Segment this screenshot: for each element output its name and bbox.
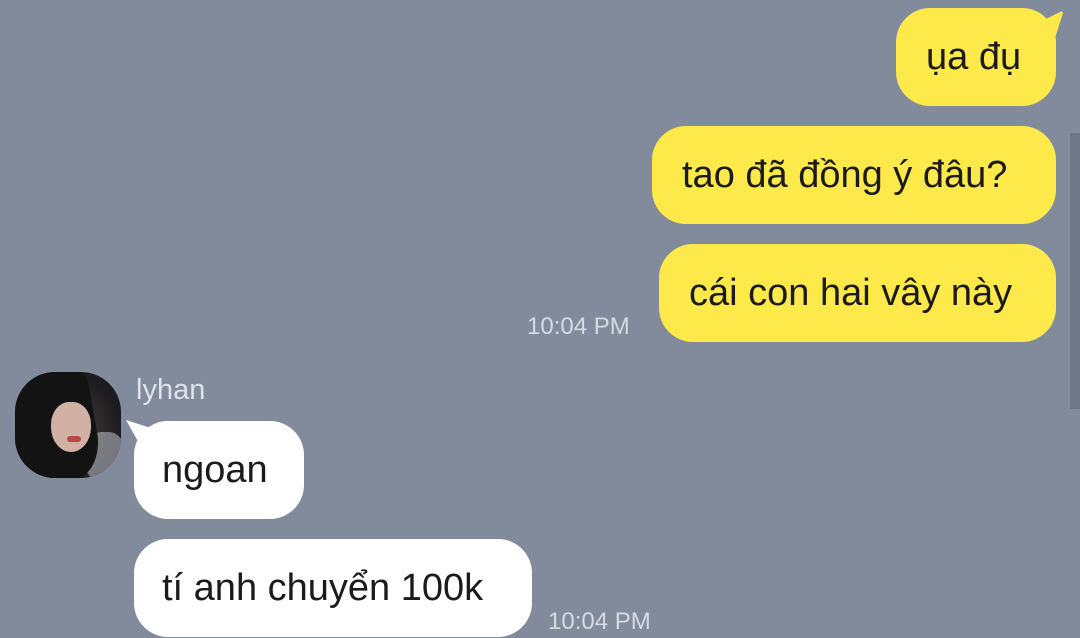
outgoing-message-bubble[interactable]: cái con hai vây này — [659, 244, 1056, 342]
chat-area[interactable]: ụa đụ tao đã đồng ý đâu? cái con hai vây… — [0, 0, 1080, 638]
message-text: tí anh chuyển 100k — [162, 567, 484, 609]
sender-name[interactable]: lyhan — [136, 374, 205, 407]
message-text: tao đã đồng ý đâu? — [682, 154, 1008, 196]
outgoing-timestamp: 10:04 PM — [527, 313, 630, 340]
incoming-message-bubble[interactable]: tí anh chuyển 100k — [134, 539, 532, 637]
avatar-face-shape — [51, 402, 91, 452]
incoming-timestamp: 10:04 PM — [548, 608, 651, 635]
outgoing-message-bubble[interactable]: ụa đụ — [896, 8, 1056, 106]
avatar-lips-shape — [67, 436, 81, 442]
scrollbar[interactable] — [1070, 133, 1080, 409]
message-text: ụa đụ — [926, 36, 1022, 78]
outgoing-message-bubble[interactable]: tao đã đồng ý đâu? — [652, 126, 1056, 224]
message-text: cái con hai vây này — [689, 272, 1013, 314]
incoming-message-bubble[interactable]: ngoan — [134, 421, 304, 519]
avatar[interactable] — [15, 372, 121, 478]
message-text: ngoan — [162, 449, 268, 491]
